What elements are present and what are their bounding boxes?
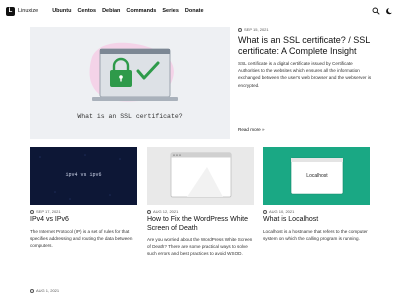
- nav-ubuntu[interactable]: Ubuntu: [52, 8, 71, 14]
- next-article-date: AUG 1, 2021: [30, 288, 59, 293]
- nav-series[interactable]: Series: [162, 8, 179, 14]
- card-image-text: ipv4 vs ipv6: [65, 172, 102, 178]
- nav-debian[interactable]: Debian: [102, 8, 120, 14]
- card-image-wordpress[interactable]: [147, 147, 254, 205]
- clock-icon: [238, 27, 242, 32]
- card-title[interactable]: What is Localhost: [263, 216, 370, 225]
- featured-article: SEP 15, 2021 What is an SSL certificate?…: [238, 27, 373, 89]
- featured-date: SEP 15, 2021: [238, 27, 373, 32]
- card-date: AUG 12, 2021: [147, 209, 254, 214]
- featured-excerpt: SSL certificate is a digital certificate…: [238, 61, 372, 88]
- nav-commands[interactable]: Commands: [126, 8, 156, 14]
- card-image-text: Localhost: [306, 173, 328, 179]
- card-image-ipv4[interactable]: ipv4 vs ipv6: [30, 147, 137, 205]
- clock-icon: [30, 288, 34, 293]
- site-header: L Linuxize Ubuntu Centos Debian Commands…: [0, 0, 400, 22]
- featured-image[interactable]: What is an SSL certificate?: [30, 27, 230, 139]
- clock-icon: [30, 209, 34, 214]
- card-date: SEP 17, 2021: [30, 209, 137, 214]
- dark-mode-moon-icon[interactable]: [386, 7, 394, 15]
- logo-icon: L: [6, 6, 15, 16]
- clock-icon: [263, 209, 267, 214]
- card-title[interactable]: How to Fix the WordPress White Screen of…: [147, 216, 254, 233]
- article-card-ipv4: ipv4 vs ipv6 SEP 17, 2021 IPv4 vs IPv6 T…: [30, 147, 137, 249]
- card-image-localhost[interactable]: Localhost: [263, 147, 370, 205]
- article-card-localhost: Localhost AUG 10, 2021 What is Localhost…: [263, 147, 370, 242]
- search-icon[interactable]: [372, 7, 380, 15]
- clock-icon: [147, 209, 151, 214]
- card-title[interactable]: IPv4 vs IPv6: [30, 216, 137, 225]
- card-date: AUG 10, 2021: [263, 209, 370, 214]
- main-nav: Ubuntu Centos Debian Commands Series Don…: [52, 8, 203, 14]
- laptop-base: [92, 97, 178, 101]
- featured-image-caption: What is an SSL certificate?: [77, 113, 183, 120]
- read-more-link[interactable]: Read more »: [238, 127, 265, 132]
- card-excerpt: Localhost is a hostname that refers to t…: [263, 228, 368, 241]
- featured-title[interactable]: What is an SSL certificate? / SSL certif…: [238, 35, 373, 56]
- nav-centos[interactable]: Centos: [77, 8, 96, 14]
- logo-text: Linuxize: [18, 8, 39, 14]
- card-excerpt: Are you worried about the WordPress Whit…: [147, 237, 253, 256]
- article-card-wordpress: AUG 12, 2021 How to Fix the WordPress Wh…: [147, 147, 254, 257]
- nav-donate[interactable]: Donate: [185, 8, 204, 14]
- site-logo[interactable]: L Linuxize: [6, 6, 39, 16]
- card-excerpt: The Internet Protocol (IP) is a set of r…: [30, 228, 133, 248]
